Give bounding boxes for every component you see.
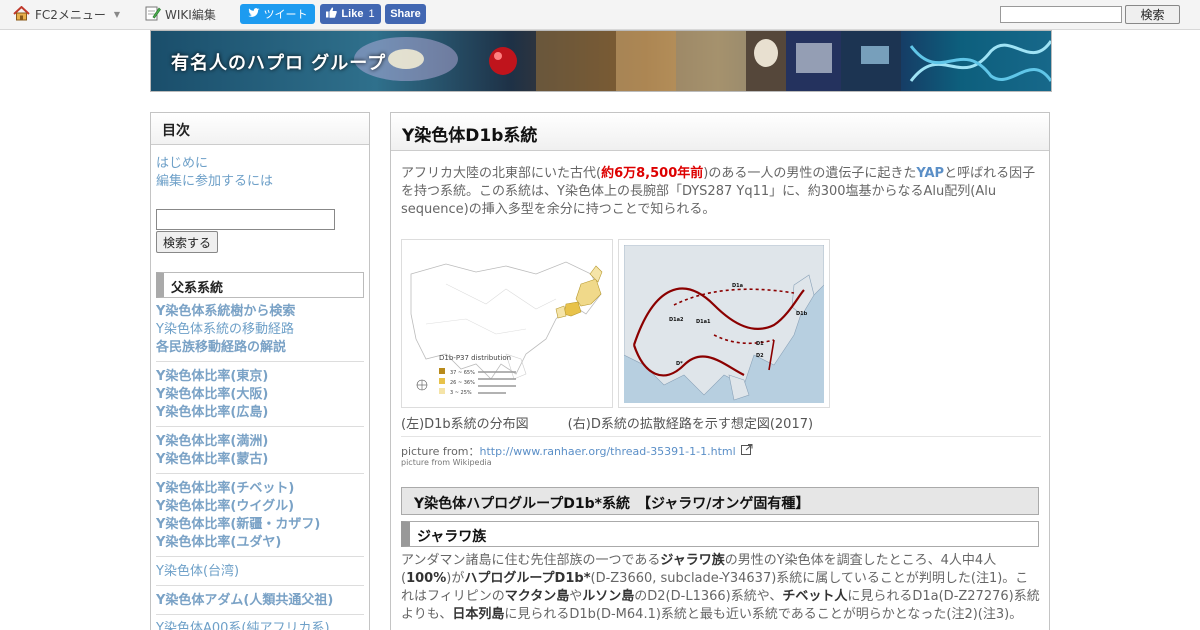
sidebar-link-text: Y染色体アダム(人類共通父祖) — [156, 593, 334, 608]
page-title: Y染色体D1b系統 — [391, 113, 1049, 151]
map-label: D1 — [756, 341, 764, 347]
sidebar-group-2: Y染色体比率(東京) Y染色体比率(大阪) Y染色体比率(広島) — [156, 368, 364, 427]
facebook-like-button[interactable]: Like 1 — [320, 4, 381, 24]
tweet-button[interactable]: ツイート — [240, 4, 315, 24]
intro-date: 約6万8,500年前 — [601, 166, 704, 181]
map-image: D1b-P37 distribution 37 ~ 65% 26 ~ 36% 3… — [406, 244, 608, 403]
section-heading-d1b: Y染色体ハプログループD1b*系統 【ジャラワ/オンゲ固有種】 — [401, 487, 1039, 515]
map-label: D1a2 — [669, 317, 684, 323]
sidebar-link[interactable]: Y染色体比率(蒙古) — [156, 451, 364, 469]
jarawa-paragraph: アンダマン諸島に住む先住部族の一つであるジャラワ族の男性のY染色体を調査したとこ… — [401, 552, 1041, 624]
sidebar-heading: 目次 — [151, 113, 369, 145]
sidebar-link[interactable]: Y染色体比率(広島) — [156, 404, 364, 422]
thumbs-up-icon — [326, 7, 338, 21]
map-label: D1a — [732, 283, 743, 289]
yap-link[interactable]: YAP — [916, 166, 944, 181]
legend-entry: 26 ~ 36% — [450, 380, 475, 386]
site-banner[interactable]: 有名人のハプロ グループ — [150, 30, 1052, 92]
subsection-heading-jarawa: ジャラワ族 — [401, 521, 1039, 547]
picture-source-label: picture from： — [401, 445, 480, 458]
facebook-share-button[interactable]: Share — [385, 4, 426, 24]
map-image: D1a D1a2 D1a1 D1b D1 D2 D* — [623, 244, 825, 403]
map-label: D2 — [756, 353, 764, 359]
d1b-distribution-map[interactable]: D1b-P37 distribution 37 ~ 65% 26 ~ 36% 3… — [401, 239, 613, 408]
figure-caption: (左)D1b系統の分布図 (右)D系統の拡散経路を示す想定図(2017) — [401, 417, 814, 432]
fc2-menu-label: FC2メニュー — [35, 8, 106, 22]
sidebar-group-7: Y染色体A00系(純アフリカ系) — [156, 620, 364, 630]
map-label: D* — [676, 361, 683, 367]
sidebar: 目次 はじめに 編集に参加するには 検索する 父系系統 Y染色体系統樹から検索 … — [150, 112, 370, 630]
facebook-like-count: 1 — [368, 8, 375, 20]
text: )が — [446, 571, 465, 586]
d-expansion-route-map[interactable]: D1a D1a2 D1a1 D1b D1 D2 D* — [618, 239, 830, 408]
sidebar-link[interactable]: 各民族移動経路の解説 — [156, 339, 364, 357]
sidebar-link[interactable]: Y染色体比率(東京) — [156, 368, 364, 386]
text: に見られるD1b(D-M64.1)系統と最も近い系統であることが明らかとなった(… — [504, 607, 1023, 622]
sidebar-group-6: Y染色体アダム(人類共通父祖) — [156, 592, 364, 615]
picture-source-link[interactable]: http://www.ranhaer.org/thread-35391-1-1.… — [480, 445, 736, 458]
sidebar-link[interactable]: Y染色体系統樹から検索 — [156, 303, 364, 321]
sidebar-search-input[interactable] — [156, 209, 335, 230]
text: や — [569, 589, 583, 604]
legend-entry: 3 ~ 25% — [450, 390, 472, 396]
sidebar-link[interactable]: Y染色体比率(満洲) — [156, 433, 364, 451]
sidebar-group-4: Y染色体比率(チベット) Y染色体比率(ウイグル) Y染色体比率(新疆・カザフ)… — [156, 480, 364, 557]
chevron-down-icon: ▼ — [113, 10, 121, 19]
banner-title: 有名人のハプロ グループ — [171, 53, 387, 74]
intro-text-2: )のある一人の男性の遺伝子に起きた — [703, 166, 917, 181]
sidebar-section-title: 父系系統 — [156, 272, 364, 298]
sidebar-search-button[interactable]: 検索する — [156, 231, 218, 253]
external-link-icon[interactable] — [741, 444, 753, 458]
sidebar-link[interactable]: Y染色体比率(チベット) — [156, 480, 364, 498]
text-bold: 日本列島 — [452, 607, 505, 622]
distribution-map-graphic: D1b-P37 distribution 37 ~ 65% 26 ~ 36% 3… — [410, 261, 603, 396]
text: アンダマン諸島に住む先住部族の一つである — [401, 553, 661, 568]
legend-entry: 37 ~ 65% — [450, 370, 475, 376]
picture-source: picture from：http://www.ranhaer.org/thre… — [401, 443, 753, 459]
sidebar-group-5: Y染色体(台湾) — [156, 563, 364, 586]
sidebar-link[interactable]: Y染色体系統の移動経路 — [156, 321, 364, 339]
sidebar-group-1: Y染色体系統樹から検索 Y染色体系統の移動経路 各民族移動経路の解説 — [156, 303, 364, 362]
sidebar-link[interactable]: Y染色体A00系(純アフリカ系) — [156, 620, 364, 630]
top-toolbar: FC2メニュー ▼ WIKI編集 ツイート Like 1 Share 検索 — [0, 0, 1200, 30]
map-label: D1b — [796, 311, 808, 317]
sidebar-link[interactable]: Y染色体比率(新疆・カザフ) — [156, 516, 364, 534]
text-bold: 100% — [406, 571, 447, 586]
sidebar-link-howto-edit[interactable]: 編集に参加するには — [156, 173, 364, 191]
text-bold: ルソン島 — [582, 589, 635, 604]
divider — [401, 436, 1041, 437]
map-label: D1a1 — [696, 319, 711, 325]
sidebar-link[interactable]: Y染色体アダム(人類共通父祖) — [156, 592, 364, 610]
sidebar-link[interactable]: Y染色体(台湾) — [156, 563, 364, 581]
home-icon — [13, 5, 30, 24]
main-article: Y染色体D1b系統 アフリカ大陸の北東部にいた古代(約6万8,500年前)のある… — [390, 112, 1050, 630]
top-search-input[interactable] — [1000, 6, 1122, 23]
sidebar-top-links: はじめに 編集に参加するには — [151, 145, 369, 191]
facebook-like-label: Like — [341, 8, 364, 20]
text-bold: マクタン島 — [504, 589, 570, 604]
intro-paragraph: アフリカ大陸の北東部にいた古代(約6万8,500年前)のある一人の男性の遺伝子に… — [401, 165, 1041, 219]
text-bold: ジャラワ族 — [660, 553, 725, 568]
intro-text-1: アフリカ大陸の北東部にいた古代( — [401, 166, 602, 181]
sidebar-link-intro[interactable]: はじめに — [156, 155, 364, 173]
text: のD2(D-L1366)系統や、 — [634, 589, 783, 604]
sidebar-link[interactable]: Y染色体比率(ウイグル) — [156, 498, 364, 516]
twitter-icon — [247, 7, 260, 21]
sidebar-link[interactable]: Y染色体比率(ユダヤ) — [156, 534, 364, 552]
expansion-map-graphic: D1a D1a2 D1a1 D1b D1 D2 D* — [623, 244, 825, 401]
wiki-edit-link[interactable]: WIKI編集 — [145, 0, 216, 29]
text-bold: ハプログループD1b* — [464, 571, 591, 586]
sidebar-link[interactable]: Y染色体比率(大阪) — [156, 386, 364, 404]
top-search-button[interactable]: 検索 — [1125, 5, 1180, 24]
map-title: D1b-P37 distribution — [439, 354, 511, 362]
text-bold: チベット人 — [782, 589, 848, 604]
tweet-label: ツイート — [263, 9, 308, 21]
wiki-edit-label: WIKI編集 — [165, 8, 216, 22]
picture-wikipedia-note: picture from Wikipedia — [401, 458, 492, 467]
sidebar-group-3: Y染色体比率(満洲) Y染色体比率(蒙古) — [156, 433, 364, 474]
fc2-menu[interactable]: FC2メニュー ▼ — [13, 0, 120, 29]
edit-icon — [145, 5, 161, 24]
